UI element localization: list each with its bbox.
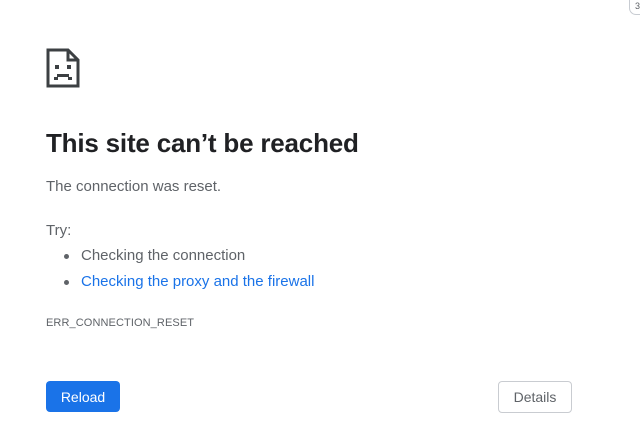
- suggestion-text: Checking the connection: [81, 247, 246, 264]
- error-code: ERR_CONNECTION_RESET: [46, 317, 195, 329]
- try-label: Try:: [46, 222, 72, 239]
- bullet-icon: [64, 280, 69, 285]
- suggestion-check-connection: Checking the connection: [46, 246, 314, 272]
- sad-page-icon: [46, 48, 80, 88]
- error-message: The connection was reset.: [46, 178, 222, 195]
- reload-button[interactable]: Reload: [46, 381, 120, 412]
- details-button[interactable]: Details: [498, 381, 572, 413]
- suggestions-list: Checking the connection Checking the pro…: [46, 246, 314, 298]
- page-title: This site can’t be reached: [46, 128, 359, 158]
- suggestion-check-proxy-firewall: Checking the proxy and the firewall: [46, 272, 314, 298]
- check-proxy-firewall-link[interactable]: Checking the proxy and the firewall: [81, 273, 314, 290]
- bullet-icon: [64, 254, 69, 259]
- error-page: 3 This site can’t be reached The connect…: [0, 0, 640, 439]
- corner-badge: 3: [629, 0, 640, 15]
